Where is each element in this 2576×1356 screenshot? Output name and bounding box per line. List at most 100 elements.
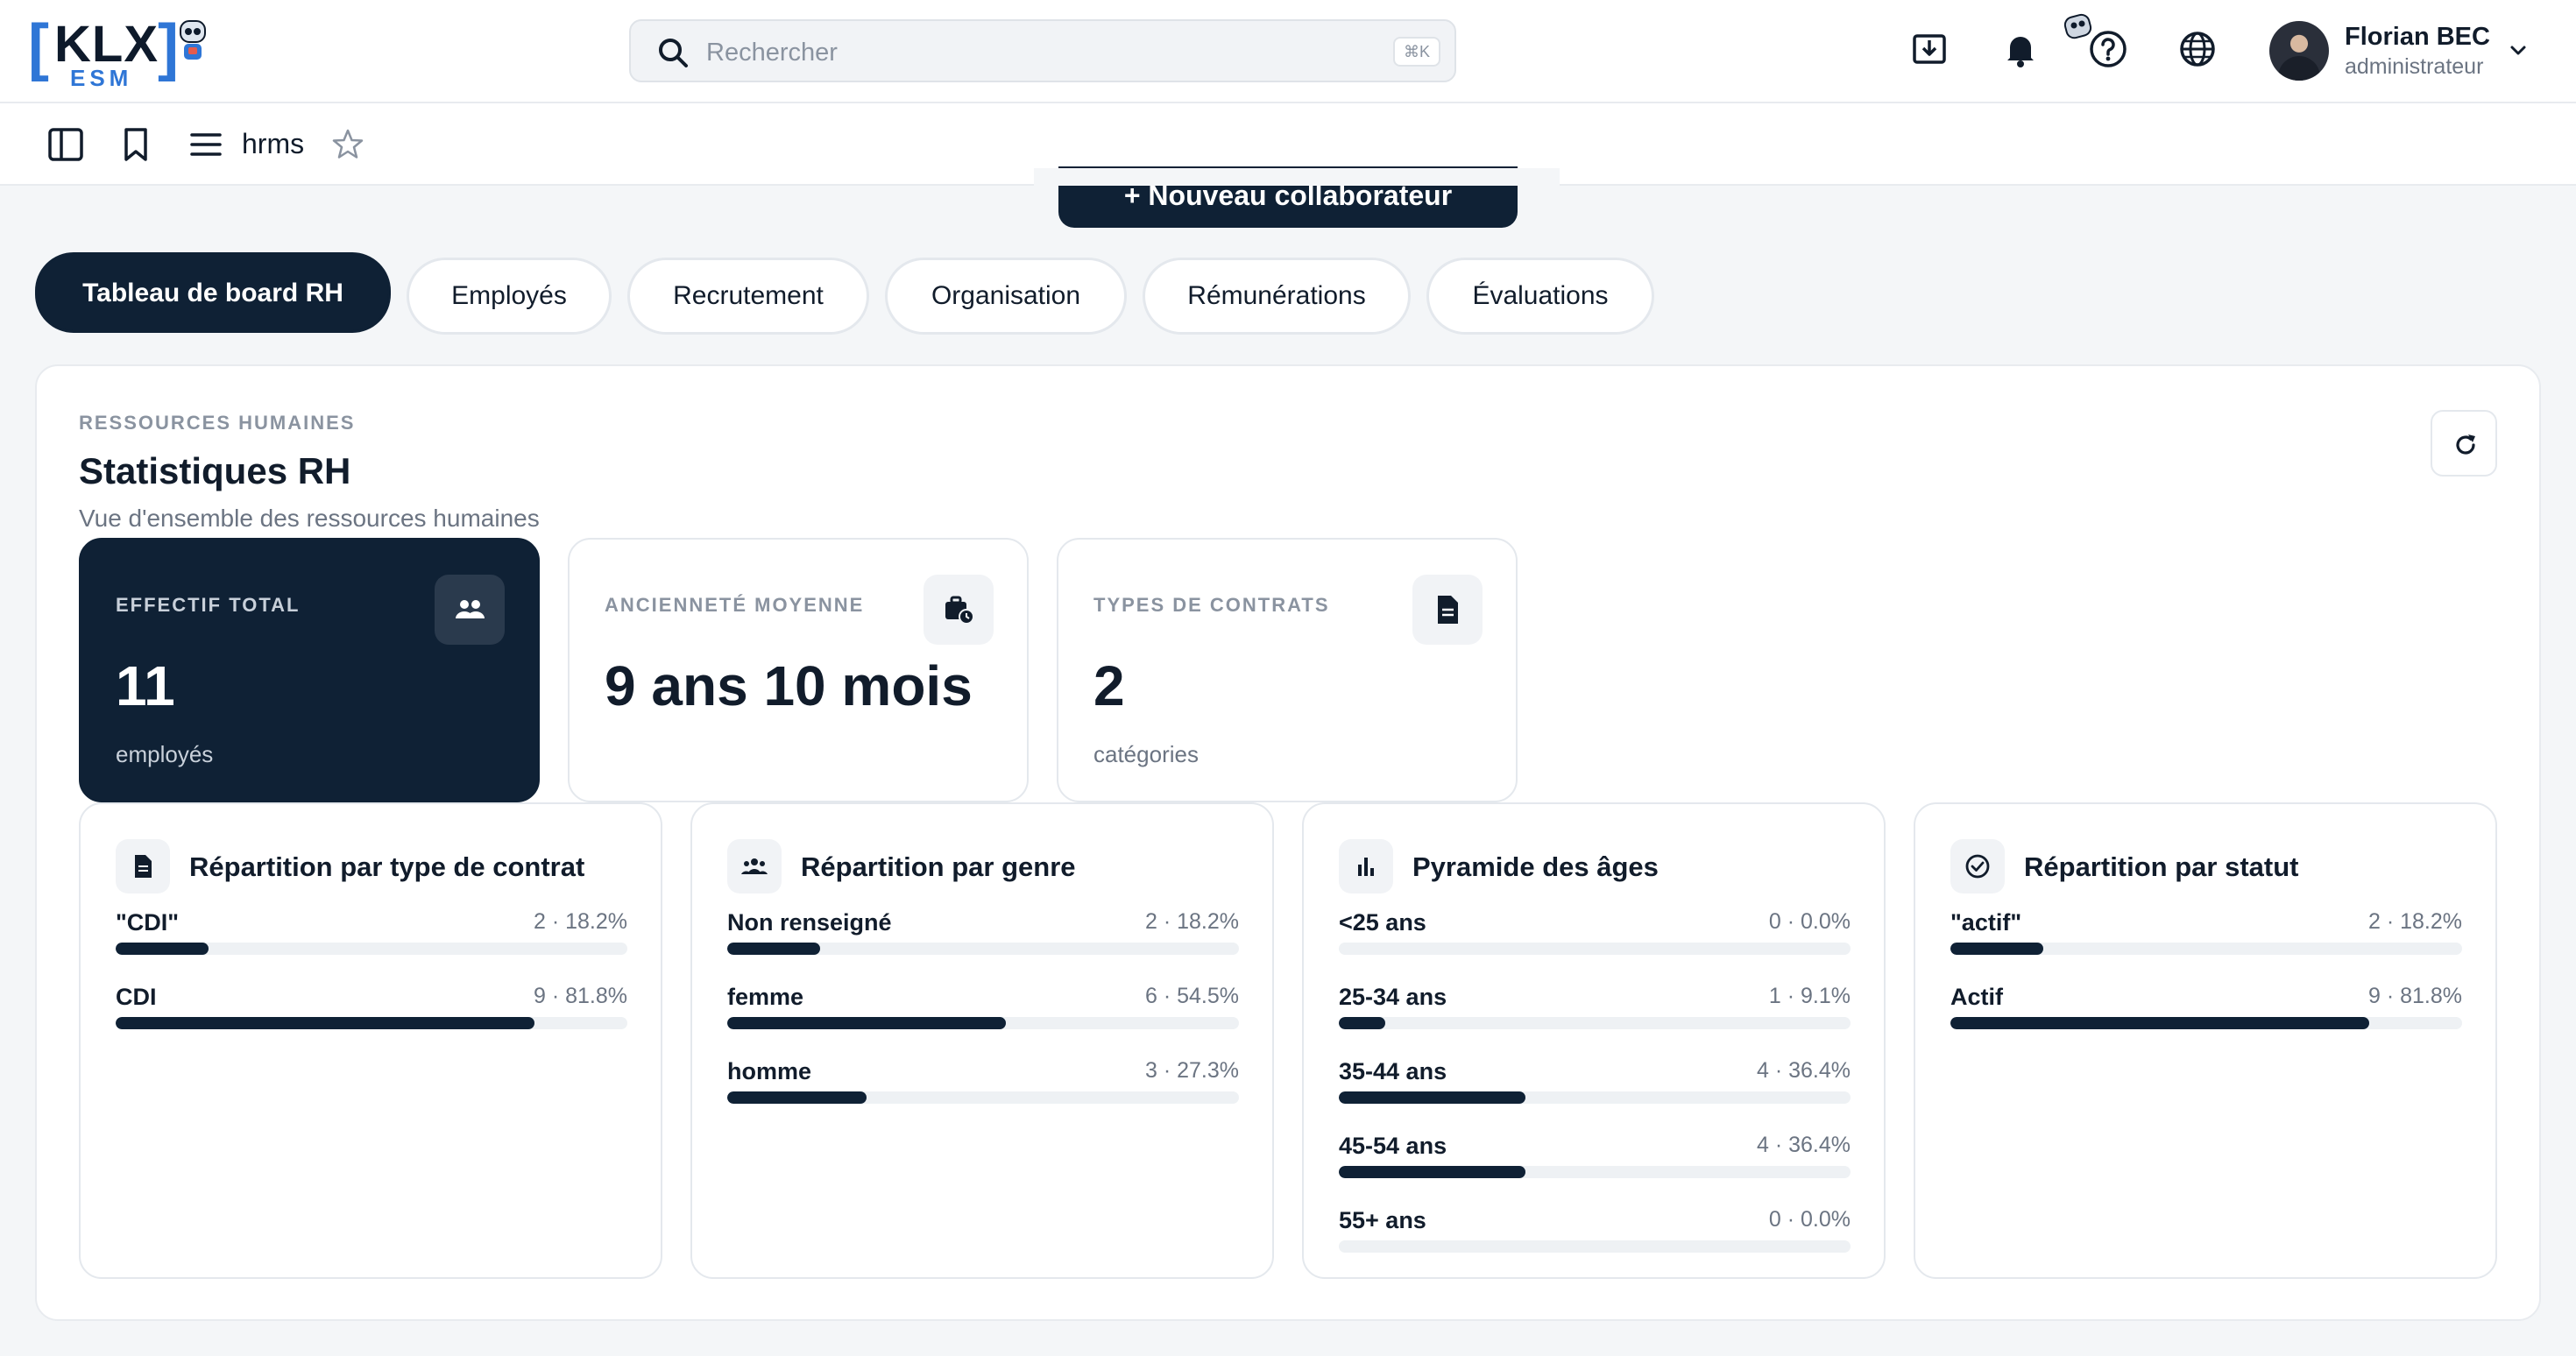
distribution-row: "CDI" 2 · 18.2% xyxy=(116,909,627,962)
distribution-row: CDI 9 · 81.8% xyxy=(116,984,627,1036)
logo-name: KLX xyxy=(54,16,159,73)
distribution-row: Actif 9 · 81.8% xyxy=(1950,984,2462,1036)
distribution-row: femme 6 · 54.5% xyxy=(727,984,1239,1036)
help-icon[interactable] xyxy=(2087,28,2129,70)
users-icon xyxy=(435,575,505,645)
progress-track xyxy=(116,943,627,955)
stat-card-seniority: ANCIENNETÉ MOYENNE 9 ans 10 mois xyxy=(568,538,1029,802)
chevron-down-icon xyxy=(2510,46,2526,55)
page-title: Statistiques RH xyxy=(79,450,351,491)
briefcase-clock-icon xyxy=(924,575,994,645)
distribution-row: 25-34 ans 1 · 9.1% xyxy=(1339,984,1851,1036)
progress-fill xyxy=(727,1017,1007,1029)
card-title: Répartition par statut xyxy=(2024,851,2299,882)
distribution-row: "actif" 2 · 18.2% xyxy=(1950,909,2462,962)
tab-dashboard[interactable]: Tableau de board RH xyxy=(35,252,391,333)
search-placeholder: Rechercher xyxy=(706,39,838,67)
row-label: Non renseigné xyxy=(727,909,892,936)
row-label: 35-44 ans xyxy=(1339,1058,1447,1084)
menu-icon[interactable] xyxy=(186,124,226,165)
row-value: 4 · 36.4% xyxy=(1756,1133,1851,1157)
row-value: 9 · 81.8% xyxy=(533,984,627,1008)
progress-track xyxy=(1950,943,2462,955)
download-icon[interactable] xyxy=(1908,28,1950,70)
progress-track xyxy=(1339,1017,1851,1029)
logo-left-bracket: [ xyxy=(28,12,49,82)
card-title: Répartition par genre xyxy=(801,851,1076,882)
tab-employees[interactable]: Employés xyxy=(407,258,612,335)
globe-icon[interactable] xyxy=(2176,28,2219,70)
distribution-row: 35-44 ans 4 · 36.4% xyxy=(1339,1058,1851,1111)
row-value: 0 · 0.0% xyxy=(1768,909,1851,934)
distribution-card-age: Pyramide des âges <25 ans 0 · 0.0% 25-34 a… xyxy=(1302,802,1886,1279)
app-logo[interactable]: [ KLX ] ESM xyxy=(28,12,212,91)
distribution-row: Non renseigné 2 · 18.2% xyxy=(727,909,1239,962)
row-label: 25-34 ans xyxy=(1339,984,1447,1010)
progress-track xyxy=(1339,1091,1851,1104)
stat-label: ANCIENNETÉ MOYENNE xyxy=(605,594,865,616)
progress-fill xyxy=(727,1091,867,1104)
tab-organisation[interactable]: Organisation xyxy=(885,258,1127,335)
progress-fill xyxy=(1950,943,2044,955)
row-label: 45-54 ans xyxy=(1339,1133,1447,1159)
progress-track xyxy=(727,1091,1239,1104)
bell-icon[interactable] xyxy=(1999,28,2042,70)
row-label: CDI xyxy=(116,984,157,1010)
scroll-clip xyxy=(1034,168,1560,186)
row-label: "CDI" xyxy=(116,909,180,936)
row-label: 55+ ans xyxy=(1339,1207,1426,1233)
row-value: 2 · 18.2% xyxy=(533,909,627,934)
star-icon[interactable] xyxy=(328,124,368,165)
distribution-row: 45-54 ans 4 · 36.4% xyxy=(1339,1133,1851,1185)
top-bar: [ KLX ] ESM Rechercher ⌘K Florian BEC ad… xyxy=(0,0,2576,103)
card-title: Répartition par type de contrat xyxy=(189,851,585,882)
row-label: femme xyxy=(727,984,804,1010)
progress-fill xyxy=(1339,1017,1386,1029)
stat-unit: catégories xyxy=(1093,741,1199,767)
card-title: Pyramide des âges xyxy=(1412,851,1659,882)
progress-track xyxy=(727,1017,1239,1029)
row-label: Actif xyxy=(1950,984,2003,1010)
logo-sub: ESM xyxy=(70,65,133,91)
row-value: 3 · 27.3% xyxy=(1144,1058,1239,1083)
distribution-row: homme 3 · 27.3% xyxy=(727,1058,1239,1111)
row-label: homme xyxy=(727,1058,812,1084)
progress-track xyxy=(1339,943,1851,955)
hr-stats-panel: RESSOURCES HUMAINES Statistiques RH Vue … xyxy=(35,364,2541,1321)
document-icon xyxy=(1412,575,1483,645)
refresh-icon xyxy=(2456,434,2475,455)
distribution-card-contract: Répartition par type de contrat "CDI" 2 ·… xyxy=(79,802,662,1279)
progress-track xyxy=(116,1017,627,1029)
row-label: <25 ans xyxy=(1339,909,1426,936)
row-label: "actif" xyxy=(1950,909,2022,936)
tab-compensation[interactable]: Rémunérations xyxy=(1143,258,1411,335)
row-value: 9 · 81.8% xyxy=(2367,984,2462,1008)
stat-card-headcount: EFFECTIF TOTAL 11 employés xyxy=(79,538,540,802)
stat-unit: employés xyxy=(116,741,214,767)
tab-evaluations[interactable]: Évaluations xyxy=(1426,258,1654,335)
row-value: 6 · 54.5% xyxy=(1144,984,1239,1008)
user-role: administrateur xyxy=(2345,54,2484,79)
avatar xyxy=(2269,21,2329,81)
distribution-row: 55+ ans 0 · 0.0% xyxy=(1339,1207,1851,1260)
stat-value: 2 xyxy=(1093,654,1125,717)
stat-label: TYPES DE CONTRATS xyxy=(1093,594,1330,616)
breadcrumb[interactable]: hrms xyxy=(242,128,304,160)
panel-eyebrow: RESSOURCES HUMAINES xyxy=(79,412,356,434)
search-icon xyxy=(659,39,688,67)
progress-fill xyxy=(1339,1166,1525,1178)
progress-fill xyxy=(1950,1017,2369,1029)
search-shortcut: ⌘K xyxy=(1392,37,1440,67)
sidebar-toggle-icon[interactable] xyxy=(46,124,86,165)
row-value: 4 · 36.4% xyxy=(1756,1058,1851,1083)
bookmark-icon[interactable] xyxy=(116,124,156,165)
progress-fill xyxy=(727,943,821,955)
row-value: 2 · 18.2% xyxy=(2367,909,2462,934)
progress-track xyxy=(727,943,1239,955)
tab-recruitment[interactable]: Recrutement xyxy=(627,258,869,335)
progress-track xyxy=(1950,1017,2462,1029)
refresh-button[interactable] xyxy=(2431,410,2497,477)
user-menu[interactable]: Florian BEC administrateur xyxy=(2269,19,2541,82)
search-box[interactable]: Rechercher ⌘K xyxy=(629,19,1456,82)
robot-mascot-icon xyxy=(180,20,206,60)
